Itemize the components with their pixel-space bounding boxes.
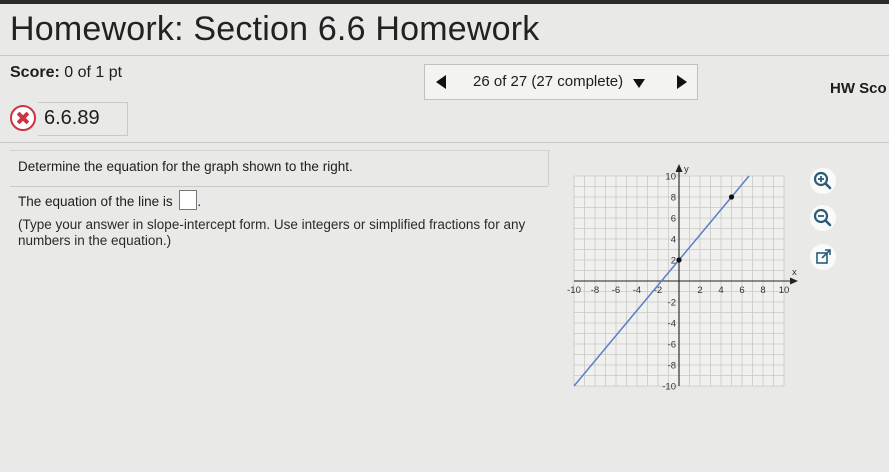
previous-question-button[interactable] xyxy=(434,74,450,90)
equation-line: The equation of the line is . xyxy=(18,190,201,210)
x-tick-label: -6 xyxy=(612,285,620,296)
next-question-button[interactable] xyxy=(673,74,689,90)
x-tick-label: -2 xyxy=(654,285,662,296)
score-display: Score: 0 of 1 pt xyxy=(10,64,122,82)
line-point xyxy=(728,194,735,200)
x-tick-label: 8 xyxy=(760,285,765,296)
x-tick-label: 10 xyxy=(779,285,790,296)
line-point xyxy=(676,257,682,263)
prompt-divider xyxy=(10,186,548,187)
x-axis-arrow xyxy=(790,277,798,285)
title-divider xyxy=(0,55,889,56)
y-tick-label: -8 xyxy=(668,361,676,372)
y-axis-arrow xyxy=(675,164,683,172)
x-tick-label: -10 xyxy=(567,285,581,296)
top-border xyxy=(0,0,889,4)
question-prompt: Determine the equation for the graph sho… xyxy=(18,159,353,174)
y-tick-label: -10 xyxy=(662,382,676,393)
x-tick-label: 4 xyxy=(718,285,723,296)
zoom-out-button[interactable] xyxy=(810,205,836,231)
question-navigator: 26 of 27 (27 complete) xyxy=(424,64,698,100)
zoom-in-icon xyxy=(813,171,832,190)
prompt-top-rule xyxy=(10,150,550,151)
popout-icon xyxy=(816,249,831,264)
y-tick-label: 8 xyxy=(671,193,676,204)
equation-period: . xyxy=(197,194,202,209)
question-number: 6.6.89 xyxy=(44,107,100,129)
question-selector-label: 26 of 27 (27 complete) xyxy=(473,73,624,90)
dropdown-caret-icon[interactable] xyxy=(633,79,645,88)
equation-lead-text: The equation of the line is xyxy=(18,194,173,209)
hw-score-label[interactable]: HW Sco xyxy=(830,80,887,97)
score-value: 0 of 1 pt xyxy=(64,64,123,81)
y-tick-label: 4 xyxy=(671,235,676,246)
popout-button[interactable] xyxy=(810,244,836,270)
x-tick-label: -8 xyxy=(591,285,599,296)
y-tick-label: -6 xyxy=(668,340,676,351)
x-axis-label: x xyxy=(792,267,797,278)
answer-instructions: (Type your answer in slope-intercept for… xyxy=(18,217,526,248)
score-label: Score: xyxy=(10,64,60,81)
x-tick-label: -4 xyxy=(633,285,641,296)
incorrect-x-icon xyxy=(10,105,36,131)
answer-input[interactable] xyxy=(179,190,198,210)
question-selector[interactable]: 26 of 27 (27 complete) xyxy=(473,73,623,90)
prompt-separator xyxy=(548,150,549,186)
zoom-in-button[interactable] xyxy=(810,168,836,194)
x-tick-label: 2 xyxy=(697,285,702,296)
y-tick-label: 10 xyxy=(665,172,676,183)
zoom-out-icon xyxy=(813,208,832,227)
question-divider xyxy=(0,142,889,143)
y-tick-label: -2 xyxy=(668,298,676,309)
coordinate-graph: -10 -8 -6 -4 -2 2 4 6 8 10108642-2-4-6-8-10xy xyxy=(567,164,798,393)
y-tick-label: 6 xyxy=(671,214,676,225)
page-title: Homework: Section 6.6 Homework xyxy=(10,10,540,48)
y-tick-label: -4 xyxy=(668,319,676,330)
y-axis-label: y xyxy=(684,164,689,175)
x-tick-label: 6 xyxy=(739,285,744,296)
